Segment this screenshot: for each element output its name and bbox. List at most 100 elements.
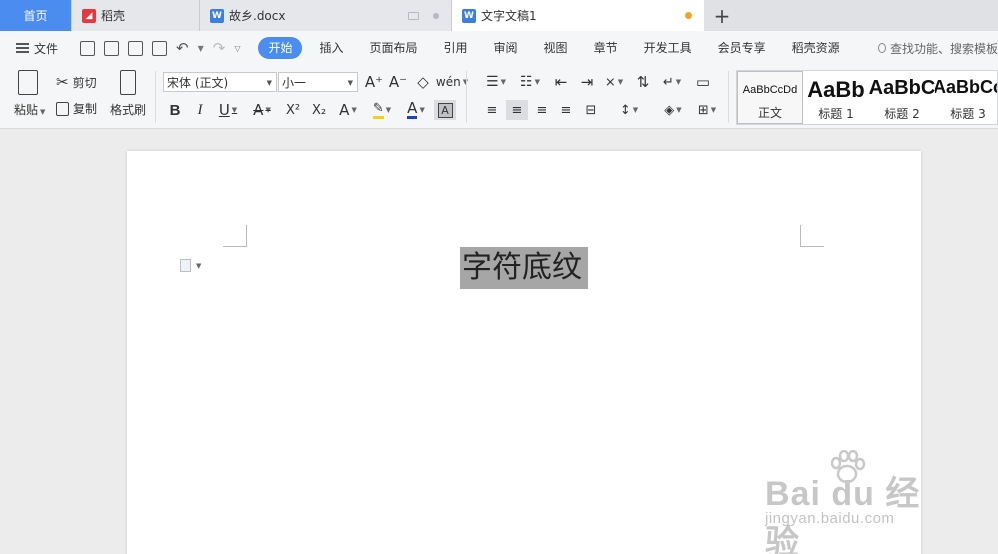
style-preview: AaBb	[807, 77, 865, 102]
shading-button[interactable]: ◈ ▼	[658, 100, 688, 120]
align-left-icon[interactable]: ≡	[482, 100, 502, 120]
chevron-down-icon: ▼	[266, 79, 272, 87]
paint-bucket-icon: ◈	[664, 102, 675, 118]
feature-search[interactable]: 查找功能、搜索模板	[878, 31, 998, 65]
align-right-icon[interactable]: ≡	[532, 100, 552, 120]
justify-icon[interactable]: ≡	[556, 100, 576, 120]
brush-icon	[120, 70, 136, 95]
line-spacing-icon: ↕	[619, 102, 631, 118]
chinese-layout-button[interactable]: ⨯ ▼	[600, 72, 628, 92]
pinyin-guide-button[interactable]: wén▼	[435, 72, 468, 92]
menu-tab-references[interactable]: 引用	[431, 37, 481, 59]
format-painter-button[interactable]: 格式刷	[110, 70, 146, 118]
char-shading-label: A	[437, 102, 453, 118]
format-painter-label: 格式刷	[110, 103, 147, 117]
save-icon[interactable]	[80, 40, 95, 56]
font-color-button[interactable]: A ▼	[402, 100, 430, 120]
tab-daoke-label: 稻壳	[101, 9, 126, 23]
strikethrough-label: A	[253, 101, 264, 119]
hamburger-icon	[16, 43, 29, 53]
menu-tab-developer[interactable]: 开发工具	[631, 37, 705, 59]
font-name-select[interactable]: 宋体 (正文) ▼	[163, 72, 277, 92]
clear-format-icon[interactable]: ◇	[414, 72, 432, 92]
decrease-indent-icon[interactable]: ⇤	[550, 72, 572, 92]
underline-button[interactable]: U ▼	[214, 100, 242, 120]
bullet-list-icon: ☰	[486, 74, 499, 90]
italic-button[interactable]: I	[190, 100, 210, 120]
menu-tab-insert[interactable]: 插入	[306, 37, 356, 59]
redo-icon[interactable]: ↷	[213, 40, 226, 56]
tab-guxiang-docx[interactable]: W 故乡.docx	[200, 0, 452, 31]
document-text-selected[interactable]: 字符底纹	[460, 247, 588, 289]
bold-button[interactable]: B	[164, 100, 186, 120]
style-normal[interactable]: AaBbCcDd 正文	[737, 71, 803, 124]
char-shading-button[interactable]: A	[434, 100, 456, 120]
undo-icon[interactable]: ↶	[176, 40, 189, 56]
borders-button[interactable]: ⊞ ▼	[692, 100, 722, 120]
tab-bar: 首页 ◢ 稻壳 W 故乡.docx W 文字文稿1 +	[0, 0, 998, 31]
bullet-list-button[interactable]: ☰ ▼	[482, 72, 510, 92]
paragraph-mark-icon: ↵	[662, 74, 674, 90]
strikethrough-button[interactable]: A ▼	[248, 100, 276, 120]
group-separator	[155, 71, 156, 123]
styles-gallery: AaBbCcDd 正文 AaBb 标题 1 AaBbC 标题 2 AaBbCc …	[736, 70, 998, 125]
text-effect-button[interactable]: A ▼	[334, 100, 362, 120]
style-preview: AaBbC	[869, 77, 935, 99]
tab-guxiang-label: 故乡.docx	[229, 9, 286, 23]
print-preview-icon[interactable]	[152, 40, 167, 56]
border-grid-icon: ⊞	[697, 102, 709, 118]
file-menu-button[interactable]: 文件	[0, 40, 72, 57]
cut-button[interactable]: ✂ 剪切	[56, 73, 97, 91]
menu-bar: 文件 ↶ ▼ ↷ ▽ 开始 插入 页面布局 引用 审阅 视图 章节 开发工具 会…	[0, 31, 998, 65]
sort-icon[interactable]: ⇅	[632, 72, 654, 92]
menu-tab-view[interactable]: 视图	[531, 37, 581, 59]
menu-tab-review[interactable]: 审阅	[481, 37, 531, 59]
line-spacing-button[interactable]: ↕ ▼	[614, 100, 644, 120]
menu-tab-page-layout[interactable]: 页面布局	[357, 37, 431, 59]
font-size-select[interactable]: 小一 ▼	[278, 72, 358, 92]
increase-indent-icon[interactable]: ⇥	[576, 72, 598, 92]
paw-icon	[830, 450, 866, 484]
tab-document-1[interactable]: W 文字文稿1	[452, 0, 704, 31]
style-label: 正文	[757, 106, 782, 120]
style-heading-3[interactable]: AaBbCc 标题 3	[935, 71, 997, 124]
menu-tab-daoke-resources[interactable]: 稻壳资源	[779, 37, 853, 59]
chevron-down-icon: ▼	[347, 79, 353, 87]
tab-close-dot-icon[interactable]	[433, 12, 439, 19]
align-center-icon[interactable]: ≡	[506, 100, 528, 120]
style-heading-2[interactable]: AaBbC 标题 2	[869, 71, 935, 124]
tab-document-1-label: 文字文稿1	[481, 9, 537, 23]
tab-home[interactable]: 首页	[0, 0, 72, 31]
paste-label: 粘贴 ▼	[14, 103, 46, 117]
cut-label: 剪切	[72, 75, 97, 90]
undo-dropdown-icon[interactable]: ▼	[198, 44, 204, 53]
new-tab-button[interactable]: +	[704, 0, 740, 31]
word-doc-icon: W	[210, 8, 224, 23]
chinese-layout-icon: ⨯	[604, 74, 616, 90]
subscript-button[interactable]: X₂	[308, 100, 330, 120]
pinyin-label: wén	[435, 75, 461, 89]
distribute-icon[interactable]: ⊟	[580, 100, 602, 120]
ribbon-toolbar: 粘贴 ▼ ✂ 剪切 复制 格式刷 宋体 (正文) ▼ 小一 ▼ A⁺ A⁻ ◇ w…	[0, 65, 998, 129]
menu-tab-home[interactable]: 开始	[258, 37, 303, 59]
menu-tab-section[interactable]: 章节	[581, 37, 631, 59]
export-pdf-icon[interactable]	[104, 40, 119, 56]
paragraph-options-button[interactable]: ▼	[180, 259, 201, 272]
numbered-list-icon: ☷	[520, 74, 533, 90]
grow-font-button[interactable]: A⁺	[364, 72, 384, 92]
print-icon[interactable]	[128, 40, 143, 56]
superscript-button[interactable]: X²	[282, 100, 304, 120]
ruler-icon[interactable]: ▭	[692, 72, 714, 92]
style-heading-1[interactable]: AaBb 标题 1	[803, 71, 869, 124]
customize-toolbar-icon[interactable]: ▽	[234, 44, 240, 53]
monitor-icon[interactable]	[408, 11, 419, 20]
menu-tab-member[interactable]: 会员专享	[705, 37, 779, 59]
copy-button[interactable]: 复制	[56, 100, 97, 117]
paste-button[interactable]: 粘贴 ▼	[14, 70, 45, 118]
numbered-list-button[interactable]: ☷ ▼	[516, 72, 544, 92]
show-marks-button[interactable]: ↵ ▼	[658, 72, 686, 92]
unsaved-dot-icon[interactable]	[685, 12, 692, 19]
shrink-font-button[interactable]: A⁻	[388, 72, 408, 92]
highlight-button[interactable]: ✎ ▼	[368, 100, 396, 120]
tab-daoke[interactable]: ◢ 稻壳	[72, 0, 200, 31]
